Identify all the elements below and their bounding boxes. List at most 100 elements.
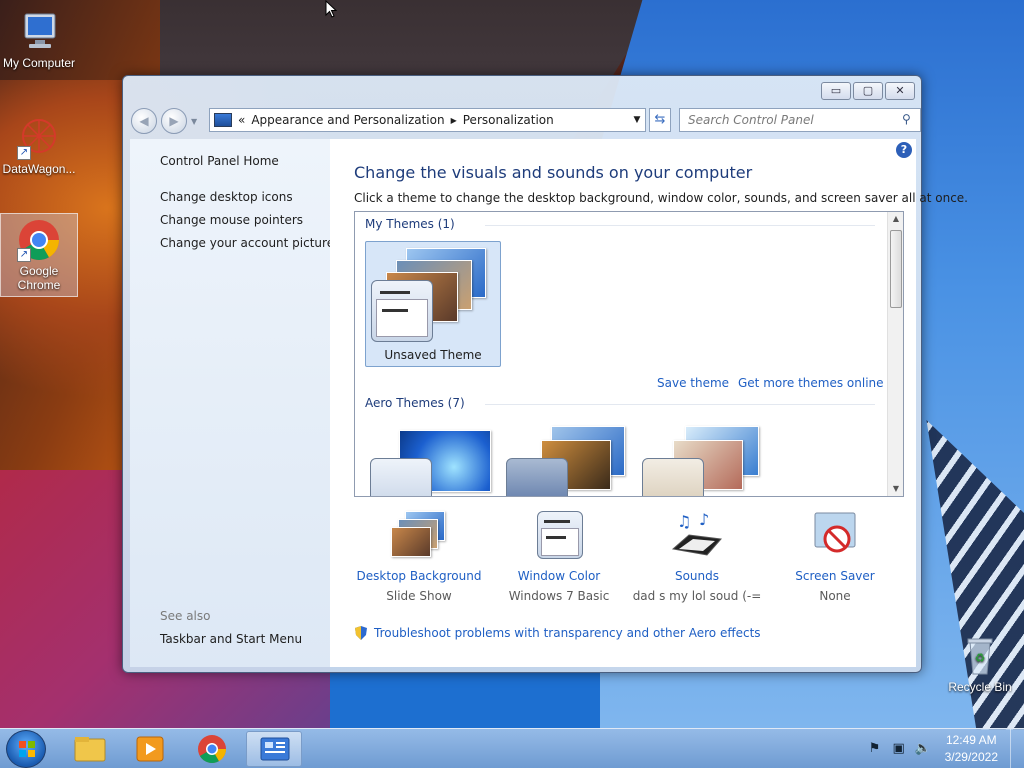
save-theme-link[interactable]: Save theme [657, 376, 729, 390]
window-content: Control Panel Home Change desktop icons … [130, 139, 968, 667]
svg-text:♻: ♻ [975, 651, 986, 665]
control-panel-home-link[interactable]: Control Panel Home [160, 154, 279, 168]
minimize-button[interactable]: ▭ [821, 82, 851, 100]
forward-button[interactable]: ▶ [161, 108, 187, 134]
left-task-pane: Control Panel Home Change desktop icons … [130, 139, 334, 667]
desktop-icon-google-chrome[interactable]: ↗ Google Chrome [0, 213, 78, 297]
desktop-icon-my-computer[interactable]: My Computer [0, 6, 78, 70]
address-overflow-chevron[interactable]: « [232, 113, 251, 127]
desktop-icon-label: My Computer [2, 56, 76, 70]
see-also-heading: See also [160, 609, 211, 623]
breadcrumb-appearance[interactable]: Appearance and Personalization [251, 113, 450, 127]
show-desktop-button[interactable] [1010, 729, 1024, 768]
system-tray: ⚑ ▣ 🔈 12:49 AM 3/29/2022 [863, 729, 1024, 768]
network-icon[interactable]: ▣ [890, 740, 908, 758]
aero-theme-swatch[interactable] [642, 458, 704, 496]
setting-value: dad s my lol soud (-= [632, 589, 762, 603]
page-subtitle: Click a theme to change the desktop back… [354, 191, 968, 205]
change-account-picture-link[interactable]: Change your account picture [160, 236, 334, 250]
sounds-setting[interactable]: ♫ ♪ Sounds dad s my lol soud (-= [632, 509, 762, 603]
main-pane: ? Change the visuals and sounds on your … [330, 139, 968, 667]
action-center-icon[interactable]: ⚑ [866, 740, 884, 758]
desktop-background-setting[interactable]: Desktop Background Slide Show [354, 509, 484, 603]
back-button[interactable]: ◀ [131, 108, 157, 134]
desktop-background-icon [391, 509, 447, 563]
get-more-themes-link[interactable]: Get more themes online [738, 376, 884, 390]
aero-theme-swatch[interactable] [506, 458, 568, 496]
svg-text:♪: ♪ [699, 510, 709, 529]
navigation-bar: ◀ ▶ ▼ « Appearance and Personalization ▶… [131, 108, 921, 134]
theme-name: Unsaved Theme [384, 348, 482, 362]
chrome-icon [198, 735, 226, 763]
scroll-thumb[interactable] [890, 230, 902, 308]
troubleshoot-link[interactable]: Troubleshoot problems with transparency … [354, 625, 761, 641]
taskbar-media-player[interactable] [122, 731, 178, 767]
windows-logo-icon [19, 741, 35, 757]
recycle-bin-icon: ♻ [958, 634, 1002, 678]
change-desktop-icons-link[interactable]: Change desktop icons [160, 190, 293, 204]
taskbar-chrome[interactable] [184, 731, 240, 767]
mouse-cursor-icon [325, 0, 337, 18]
window-color-icon [531, 509, 587, 563]
setting-value: None [819, 589, 851, 603]
setting-label[interactable]: Window Color [494, 569, 624, 583]
themes-scrollbar[interactable]: ▲ ▼ [887, 212, 903, 496]
breadcrumb-personalization[interactable]: Personalization [457, 113, 560, 127]
change-mouse-pointers-link[interactable]: Change mouse pointers [160, 213, 303, 227]
shortcut-arrow-icon: ↗ [17, 146, 31, 160]
window-color-setting[interactable]: Window Color Windows 7 Basic [494, 509, 624, 603]
setting-label[interactable]: Desktop Background [354, 569, 484, 583]
control-panel-icon [214, 113, 232, 127]
setting-label[interactable]: Sounds [632, 569, 762, 583]
folder-icon [74, 737, 106, 762]
page-title: Change the visuals and sounds on your co… [354, 163, 753, 182]
theme-unsaved[interactable]: Unsaved Theme [365, 241, 501, 367]
troubleshoot-label[interactable]: Troubleshoot problems with transparency … [374, 626, 761, 640]
taskbar-start-menu-link[interactable]: Taskbar and Start Menu [160, 632, 302, 646]
close-button[interactable]: ✕ [885, 82, 915, 100]
shield-icon [355, 626, 367, 640]
window-color-swatch [371, 280, 433, 342]
taskbar-control-panel[interactable] [246, 731, 302, 767]
clock[interactable]: 12:49 AM 3/29/2022 [945, 732, 998, 766]
clock-date: 3/29/2022 [944, 750, 998, 764]
group-divider [485, 225, 875, 226]
window-controls: ▭ ▢ ✕ [821, 82, 915, 100]
recent-pages-dropdown[interactable]: ▼ [191, 117, 197, 126]
setting-value: Windows 7 Basic [508, 589, 610, 603]
screen-saver-setting[interactable]: Screen Saver None [770, 509, 900, 603]
desktop-icon-recycle-bin[interactable]: ♻ Recycle Bin [940, 630, 1020, 694]
volume-icon[interactable]: 🔈 [914, 740, 932, 758]
taskbar-explorer[interactable] [62, 731, 118, 767]
media-player-icon [136, 736, 164, 762]
chrome-icon: ↗ [17, 218, 61, 262]
search-input[interactable]: Search Control Panel ⚲ [679, 108, 921, 132]
maximize-button[interactable]: ▢ [853, 82, 883, 100]
computer-icon [17, 10, 61, 54]
address-dropdown-icon[interactable]: ▼ [629, 115, 645, 125]
start-button[interactable] [6, 730, 46, 768]
desktop-icon-label: Recycle Bin [948, 680, 1012, 694]
address-bar[interactable]: « Appearance and Personalization ▶ Perso… [209, 108, 646, 132]
taskbar: ⚑ ▣ 🔈 12:49 AM 3/29/2022 [0, 728, 1024, 768]
setting-value: Slide Show [386, 589, 452, 603]
scroll-down-icon[interactable]: ▼ [888, 482, 903, 496]
group-my-themes: My Themes (1) [365, 217, 455, 231]
desktop-icon-datawagon[interactable]: ↗ DataWagon... [0, 112, 78, 176]
help-icon[interactable]: ? [896, 142, 912, 158]
scroll-up-icon[interactable]: ▲ [888, 212, 903, 226]
aero-theme-windows7-swatch[interactable] [370, 458, 432, 496]
control-panel-icon [260, 737, 290, 761]
themes-list: My Themes (1) Unsaved Theme Save theme G… [354, 211, 904, 497]
search-icon[interactable]: ⚲ [902, 112, 916, 126]
screen-saver-icon [807, 509, 863, 563]
group-divider [485, 404, 875, 405]
datawagon-icon: ↗ [17, 116, 61, 160]
sounds-icon: ♫ ♪ [669, 509, 725, 563]
desktop-icon-label: Google Chrome [17, 264, 61, 292]
setting-label[interactable]: Screen Saver [770, 569, 900, 583]
search-placeholder: Search Control Panel [688, 113, 814, 127]
shortcut-arrow-icon: ↗ [17, 248, 31, 262]
refresh-button[interactable]: ⇆ [649, 108, 671, 132]
svg-text:♫: ♫ [677, 512, 691, 531]
